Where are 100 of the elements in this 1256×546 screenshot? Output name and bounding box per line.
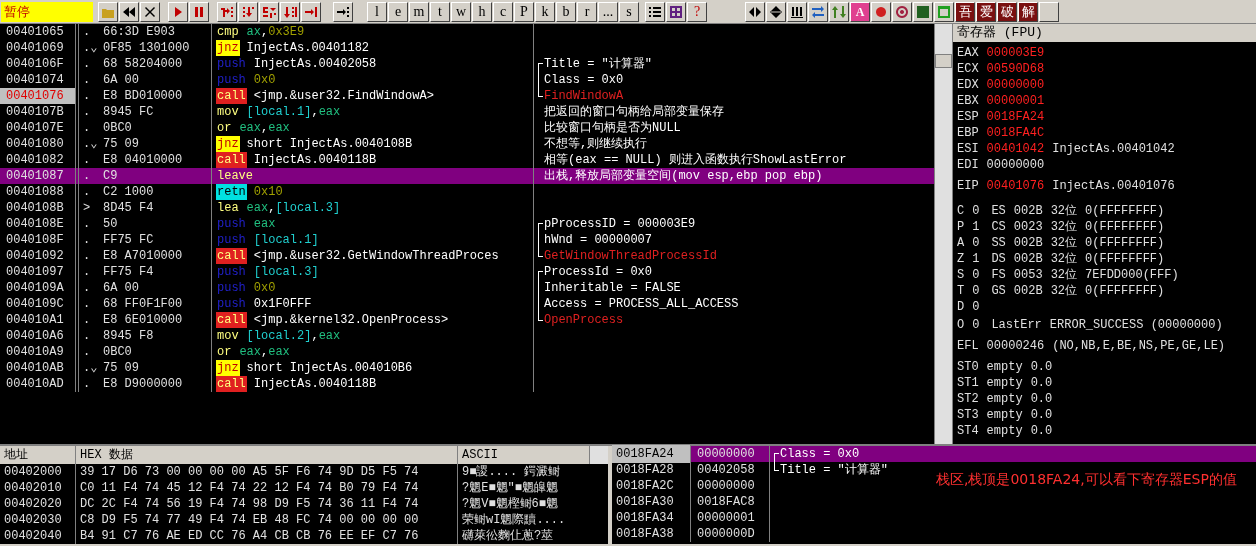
window-button[interactable] xyxy=(934,1,954,22)
disasm-row[interactable]: 00401080 .⌄ 75 09 jnz short InjectAs.0040108B 不想等,则继续执行 xyxy=(0,136,934,152)
flag-value[interactable]: 0 xyxy=(972,234,980,250)
help-button[interactable]: ? xyxy=(687,1,707,22)
plugin-button[interactable]: 爱 xyxy=(976,1,996,22)
window-letter-button[interactable]: t xyxy=(430,1,450,22)
horizontal-arrows-button[interactable] xyxy=(745,1,765,22)
disasm-row[interactable]: 00401087 . C9 leave 出栈,释放局部变量空间(mov esp,ebp pop ebp) xyxy=(0,168,934,184)
comment-text: OpenProcess xyxy=(544,312,624,328)
flag-value[interactable]: 0 xyxy=(972,266,980,282)
stack-row[interactable]: 0018FA30 0018FAC8 xyxy=(612,494,774,510)
flag-value[interactable]: 0 xyxy=(972,202,980,218)
window-letter-button[interactable]: k xyxy=(535,1,555,22)
disasm-row[interactable]: 00401092 . E8 A7010000 call <jmp.&user32.GetWindowThreadProces GetWindowThreadProcessId xyxy=(0,248,934,264)
plugin-button[interactable]: 解 xyxy=(1018,1,1038,22)
register-value[interactable]: 00401042 xyxy=(986,140,1045,156)
close-button[interactable] xyxy=(140,1,160,22)
disasm-row[interactable]: 0040109A . 6A 00 push 0x0 Inheritable = FALSE xyxy=(0,280,934,296)
register-value[interactable]: 00000000 xyxy=(986,76,1045,92)
rewind-button[interactable] xyxy=(119,1,139,22)
plugin-button[interactable]: 吾 xyxy=(955,1,975,22)
circle-button[interactable] xyxy=(871,1,891,22)
flag-value[interactable]: 0 xyxy=(972,298,980,314)
mnemonic: call xyxy=(216,312,247,328)
register-value[interactable]: 00590D68 xyxy=(986,60,1045,76)
disasm-row[interactable]: 004010A1 . E8 6E010000 call <jmp.&kernel32.OpenProcess> OpenProcess xyxy=(0,312,934,328)
window-letter-button[interactable]: m xyxy=(409,1,429,22)
step-into-button[interactable] xyxy=(217,1,237,22)
column-header[interactable]: 地址 xyxy=(0,446,76,464)
address-cell-text: 004010AB xyxy=(5,360,65,376)
mnemonic: jnz xyxy=(216,136,240,152)
disasm-row[interactable]: 0040108B > 8D45 F4 lea eax,[local.3] xyxy=(0,200,934,216)
disasm-row[interactable]: 00401088 . C2 1000 retn 0x10 xyxy=(0,184,934,200)
jump-mark: .⌄ xyxy=(83,40,99,56)
stack-row[interactable]: 0018FA28 00402058 Title = "计算器" xyxy=(612,462,888,478)
plugin-button[interactable]: 破 xyxy=(997,1,1017,22)
grid-button[interactable] xyxy=(666,1,686,22)
flag-value[interactable]: 1 xyxy=(972,218,980,234)
window-letter-button[interactable]: b xyxy=(556,1,576,22)
pause-button[interactable] xyxy=(189,1,209,22)
stack-row[interactable]: 0018FA24 00000000 Class = 0x0 xyxy=(612,446,1256,462)
flag-name: T xyxy=(957,283,965,298)
disasm-row[interactable]: 0040106F . 68 58204000 push InjectAs.00402058 Title = "计算器" xyxy=(0,56,934,72)
jump-mark: .⌄ xyxy=(83,136,99,152)
register-value[interactable]: 00401076 xyxy=(986,177,1045,195)
window-letter-button[interactable]: c xyxy=(493,1,513,22)
up-down-button[interactable] xyxy=(829,1,849,22)
status-label: 暂停 xyxy=(1,1,93,22)
register-name: EBP xyxy=(957,125,979,140)
register-name: ESI xyxy=(957,141,979,156)
register-value[interactable]: 000003E9 xyxy=(986,44,1045,60)
register-value: 00000246 xyxy=(986,338,1045,355)
register-value[interactable]: 0018FA24 xyxy=(986,108,1045,124)
grid-icon xyxy=(669,4,683,19)
vertical-arrows-button[interactable] xyxy=(766,1,786,22)
disasm-row[interactable]: 0040108E . 50 push eax pProcessID = 000003E9 xyxy=(0,216,934,232)
scrollbar-thumb[interactable] xyxy=(935,54,952,68)
column-header[interactable]: HEX 数据 xyxy=(76,446,458,464)
stack-row[interactable]: 0018FA2C 00000000 xyxy=(612,478,774,494)
disasm-row[interactable]: 004010AB .⌄ 75 09 jnz short InjectAs.004010B6 xyxy=(0,360,934,376)
window-letter-button[interactable]: ... xyxy=(598,1,618,22)
operand-text: [local.3] xyxy=(253,264,319,280)
target-button[interactable] xyxy=(892,1,912,22)
register-value[interactable]: 00000000 xyxy=(986,156,1045,172)
window-letter-button[interactable]: h xyxy=(472,1,492,22)
disasm-row[interactable]: 00401069 .⌄ 0F85 1301000 jnz InjectAs.00401182 xyxy=(0,40,934,56)
mnemonic: jnz xyxy=(216,360,240,376)
window-letter-button[interactable]: r xyxy=(577,1,597,22)
flag-value[interactable]: 0 xyxy=(972,282,980,298)
disasm-row[interactable]: 004010AD . E8 D9000000 call InjectAs.0040118B xyxy=(0,376,934,392)
play-button[interactable] xyxy=(168,1,188,22)
blank-button[interactable] xyxy=(1039,1,1059,22)
window-letter-button[interactable]: P xyxy=(514,1,534,22)
letter-button[interactable]: A xyxy=(850,1,870,22)
stack-row[interactable]: 0018FA34 00000001 xyxy=(612,510,774,526)
list-button[interactable] xyxy=(645,1,665,22)
stack-row[interactable]: 0018FA38 0000000D xyxy=(612,526,774,542)
disasm-row[interactable]: 004010A6 . 8945 F8 mov [local.2],eax xyxy=(0,328,934,344)
jump-mark: . xyxy=(83,104,92,120)
register-value[interactable]: 0018FA4C xyxy=(986,124,1045,140)
trace-into-button[interactable] xyxy=(259,1,279,22)
disasm-row[interactable]: 00401076 . E8 BD010000 call <jmp.&user32.FindWindowA> FindWindowA xyxy=(0,88,934,104)
columns-button[interactable] xyxy=(787,1,807,22)
swap-button[interactable] xyxy=(808,1,828,22)
execute-till-return-button[interactable] xyxy=(301,1,321,22)
window-letter-button[interactable]: s xyxy=(619,1,639,22)
flag-value[interactable]: 1 xyxy=(972,250,980,266)
trace-over-button[interactable] xyxy=(280,1,300,22)
disasm-row[interactable]: 00401097 . FF75 F4 push [local.3] ProcessId = 0x0 xyxy=(0,264,934,280)
window-letter-button[interactable]: l xyxy=(367,1,387,22)
register-value[interactable]: 00000001 xyxy=(986,92,1045,108)
disasm-row[interactable]: 0040107B . 8945 FC mov [local.1],eax 把返回的窗口句柄给局部变量保存 xyxy=(0,104,934,120)
folder-button[interactable] xyxy=(98,1,118,22)
step-over-button[interactable] xyxy=(238,1,258,22)
hex-bytes: 8945 F8 xyxy=(103,328,155,344)
window-letter-button[interactable]: e xyxy=(388,1,408,22)
mnemonic: mov xyxy=(216,104,240,120)
window-letter-button[interactable]: w xyxy=(451,1,471,22)
vertical-arrows-icon xyxy=(769,4,783,19)
flag-value[interactable]: 0 xyxy=(972,316,980,334)
